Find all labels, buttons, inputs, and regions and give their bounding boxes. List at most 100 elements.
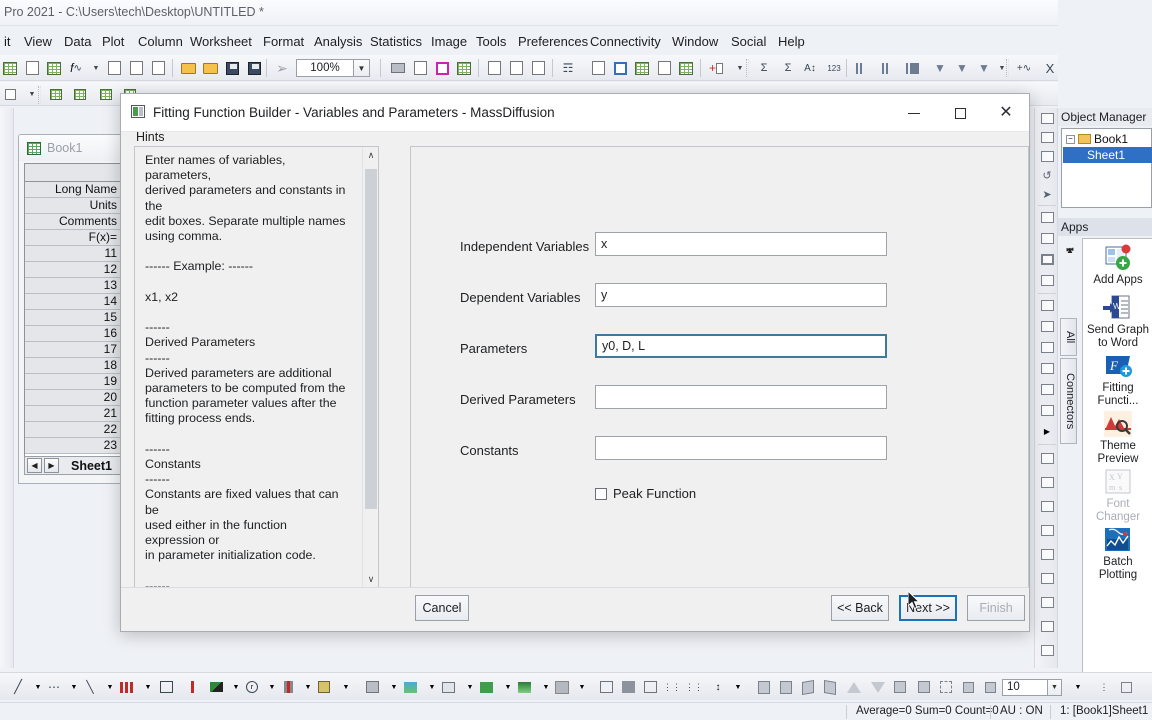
hints-scrollbar[interactable]: ∧ ∨ [362,147,378,588]
open-excel-icon[interactable] [200,58,220,78]
new-notes-icon[interactable] [104,58,124,78]
menu-item-worksheet[interactable]: Worksheet [188,30,254,54]
menu-item-plot[interactable]: Plot [100,30,126,54]
layer-merge-icon[interactable] [1038,272,1056,289]
image-plot-icon[interactable] [514,677,534,697]
back-button[interactable]: << Back [831,595,889,621]
dialog-minimize-button[interactable] [891,94,937,132]
align-center-icon[interactable] [1038,474,1056,491]
resize-dots-2-icon[interactable]: ⋮⋮ [684,677,704,697]
mask-points-icon[interactable] [654,58,674,78]
new-function-plot-icon[interactable]: f ∿ [66,58,86,78]
fill-area-plot-icon[interactable] [206,677,226,697]
graph-line-icon[interactable] [1038,110,1056,127]
fitting-function-builder-dialog[interactable]: Fitting Function Builder - Variables and… [120,93,1030,632]
object-3d-small-icon[interactable] [958,677,978,697]
area-plot-icon[interactable] [156,677,176,697]
zoom-level-input[interactable]: 100% [296,59,354,77]
derived-parameters-input[interactable] [595,385,887,409]
line-symbol-plot-icon[interactable]: ╲ [80,677,100,697]
data-reader-icon[interactable] [610,58,630,78]
print-preview-icon[interactable] [410,58,430,78]
group-objects-icon[interactable] [1038,594,1056,611]
new-matrix-icon[interactable] [44,58,64,78]
distribute-horizontal-icon[interactable] [1038,570,1056,587]
new-graph-icon[interactable] [22,58,42,78]
graph-lineplusymbol-icon[interactable] [1038,148,1056,165]
object-edit-2-icon[interactable] [776,677,796,697]
polar-plot-icon[interactable]: r [242,677,262,697]
fit-page-icon[interactable] [1038,642,1056,659]
object-rotate-right-icon[interactable] [820,677,840,697]
plot-overflow-icon[interactable]: ▼ [336,677,356,697]
box-plot-icon[interactable] [182,677,202,697]
layer-contents-icon[interactable] [454,58,474,78]
statistics-icon[interactable] [618,677,638,697]
menu-item-column[interactable]: Column [136,30,185,54]
3d-bars-icon[interactable] [362,677,382,697]
object-frame-icon[interactable] [936,677,956,697]
sort-icon[interactable]: A↕ [800,58,820,78]
object-cube-icon[interactable] [914,677,934,697]
add-column-icon[interactable]: + [706,58,726,78]
menu-item-image[interactable]: Image [429,30,469,54]
bottom-overflow-1-icon[interactable]: ▼ [572,677,592,697]
object-house-icon[interactable] [890,677,910,697]
menu-item-connectivity[interactable]: Connectivity [588,30,663,54]
hints-scroll-down-button[interactable]: ∨ [363,571,378,588]
tree-node-sheet1[interactable]: Sheet1 [1063,147,1152,163]
color-scale-icon[interactable] [676,58,696,78]
worksheet-corner-cell[interactable] [25,164,123,182]
align-top-icon[interactable] [1038,498,1056,515]
run-script-icon[interactable]: ➢ [272,58,292,78]
object-edit-1-icon[interactable] [754,677,774,697]
toolbar-overflow-2-icon[interactable]: ▼ [992,58,1012,78]
3d-surface-icon[interactable] [314,677,334,697]
object-trapezoid-down-icon[interactable] [868,677,888,697]
new-project-icon[interactable] [148,58,168,78]
object-trapezoid-up-icon[interactable] [844,677,864,697]
layer-quad-icon[interactable] [1038,251,1056,268]
object-3d-stack-icon[interactable] [980,677,1000,697]
contour-plot-icon[interactable] [476,677,496,697]
ungroup-objects-icon[interactable] [1038,618,1056,635]
print-icon[interactable] [388,58,408,78]
filter-icon[interactable]: ▼ [930,58,950,78]
statistics-on-rows-icon[interactable]: Σ [778,58,798,78]
menu-item-statistics[interactable]: Statistics [368,30,424,54]
app-item-send-graph-to-word[interactable]: W Send Graph to Word [1083,294,1152,350]
independent-variables-input[interactable]: x [595,232,887,256]
bottom-overflow-2-icon[interactable]: ▼ [728,677,748,697]
layout-icon[interactable] [506,58,526,78]
hierarchy-icon[interactable]: ☶ [558,58,578,78]
column-plot-icon[interactable] [852,58,872,78]
font-size-dropdown-arrow[interactable]: ▼ [1048,679,1062,696]
theme-icon[interactable] [640,677,660,697]
mask-icon[interactable] [596,677,616,697]
animation-icon[interactable]: ➤ [1038,186,1056,203]
constants-input[interactable] [595,436,887,460]
arrange-icon[interactable]: ↕ [708,677,728,697]
3d-colormap-surface-icon[interactable] [400,677,420,697]
toolbar-expand-icon[interactable]: ▶ [1038,423,1056,440]
layer-single-icon[interactable] [1038,209,1056,226]
3d-scatter-icon[interactable] [438,677,458,697]
sheet-tab-sheet1[interactable]: Sheet1 [65,459,118,473]
box-chart-icon[interactable] [902,58,922,78]
side-tab-connectors[interactable]: Connectors [1060,358,1077,444]
menu-item-social[interactable]: Social [729,30,768,54]
peak-function-checkbox-row[interactable]: Peak Function [595,486,696,501]
align-bottom-icon[interactable] [1038,522,1056,539]
font-size-input[interactable]: 10 [1002,679,1048,696]
axis-x-icon[interactable]: X [1040,58,1060,78]
distribute-vertical-icon[interactable] [1038,546,1056,563]
axis-frame-icon[interactable] [1038,360,1056,377]
axis-corner-icon[interactable] [1038,402,1056,419]
peak-function-checkbox[interactable] [595,487,607,500]
edit-mode-icon[interactable] [484,58,504,78]
menu-item-analysis[interactable]: Analysis [312,30,364,54]
gray-square-icon[interactable] [552,677,572,697]
align-left-icon[interactable] [1038,450,1056,467]
menu-item-preferences[interactable]: Preferences [516,30,590,54]
object-rotate-left-icon[interactable] [798,677,818,697]
